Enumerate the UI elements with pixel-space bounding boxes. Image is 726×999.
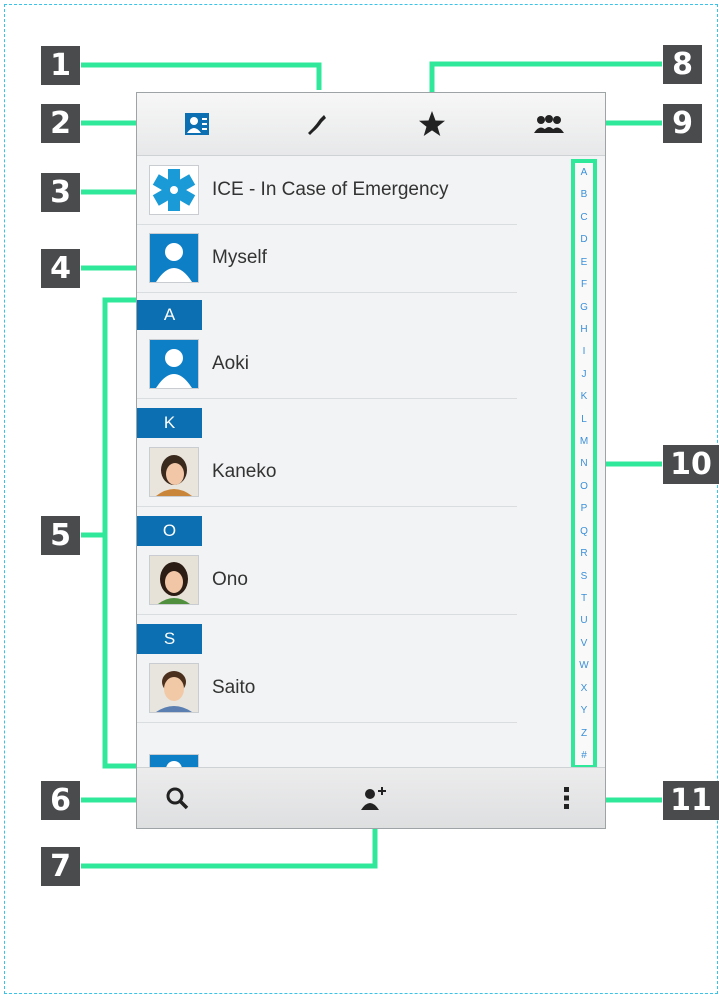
index-letter[interactable]: R [580,548,587,559]
index-letter[interactable]: C [580,212,587,223]
callout-badge: 5 [41,516,80,555]
section-header: S [137,624,202,654]
tab-bar [137,93,605,156]
section-header: O [137,516,202,546]
index-letter[interactable]: S [581,571,588,582]
callout-badge: 3 [41,173,80,212]
list-item-myself[interactable]: Myself [137,224,517,293]
list-item[interactable]: Kaneko [137,438,517,507]
index-letter[interactable]: M [580,436,588,447]
section-header: K [137,408,202,438]
contacts-icon [185,113,209,135]
add-contact-icon [361,787,386,810]
list-item[interactable]: Saito [137,654,517,723]
avatar [149,233,199,283]
avatar [149,555,199,605]
index-letter[interactable]: N [580,458,587,469]
index-letter[interactable]: Y [581,705,588,716]
index-letter[interactable]: K [581,391,588,402]
bottom-bar [137,767,605,828]
index-letter[interactable]: X [581,683,588,694]
callout-badge: 1 [41,46,80,85]
contact-name: ICE - In Case of Emergency [212,179,449,200]
phone-icon [308,115,326,135]
index-letter[interactable]: U [580,615,587,626]
callout-badge: 10 [663,445,719,484]
contacts-screen: ICE - In Case of Emergency Myself A Aoki… [136,92,606,829]
ice-icon [149,165,199,215]
index-letter[interactable]: # [581,750,587,761]
alphabet-index[interactable]: A B C D E F G H I J K L M N O P Q R S T U V W X Y Z # [571,159,597,769]
avatar [149,754,199,768]
index-letter[interactable]: G [580,302,588,313]
callout-badge: 7 [41,847,80,886]
callout-badge: 11 [663,781,719,820]
callout-badge: 6 [41,781,80,820]
index-letter[interactable]: Z [581,728,587,739]
contact-name: Aoki [212,353,249,374]
avatar [149,339,199,389]
section-header: A [137,300,202,330]
index-letter[interactable]: A [581,167,588,178]
index-letter[interactable]: W [579,660,588,671]
menu-button[interactable] [537,768,597,828]
list-item[interactable]: Aoki [137,330,517,399]
contact-name: Ono [212,569,248,590]
list-item-ice[interactable]: ICE - In Case of Emergency [137,156,517,225]
index-letter[interactable]: H [580,324,587,335]
index-letter[interactable]: E [581,257,588,268]
list-item[interactable]: Ono [137,546,517,615]
contact-name: Saito [212,677,256,698]
index-letter[interactable]: F [581,279,587,290]
tab-contacts[interactable] [147,93,247,155]
avatar [149,447,199,497]
search-button[interactable] [147,768,207,828]
index-letter[interactable]: T [581,593,587,604]
contact-name: Myself [212,247,267,268]
tab-favorites[interactable] [382,93,482,155]
index-letter[interactable]: D [580,234,587,245]
index-letter[interactable]: V [581,638,588,649]
star-icon [419,111,445,136]
index-letter[interactable]: L [581,414,587,425]
tab-phone[interactable] [265,93,365,155]
contact-name: Kaneko [212,461,277,482]
index-letter[interactable]: B [581,189,588,200]
index-letter[interactable]: J [582,369,587,380]
index-letter[interactable]: O [580,481,588,492]
contact-list[interactable]: ICE - In Case of Emergency Myself A Aoki… [137,156,567,768]
index-letter[interactable]: P [581,503,588,514]
callout-badge: 8 [663,45,702,84]
search-icon [166,787,189,810]
avatar [149,663,199,713]
index-letter[interactable]: Q [580,526,588,537]
index-letter[interactable]: I [583,346,586,357]
groups-icon [534,115,564,133]
callout-badge: 4 [41,249,80,288]
more-vertical-icon [564,787,569,809]
callout-badge: 9 [663,104,702,143]
tab-groups[interactable] [499,93,599,155]
callout-badge: 2 [41,104,80,143]
add-contact-button[interactable] [344,768,404,828]
